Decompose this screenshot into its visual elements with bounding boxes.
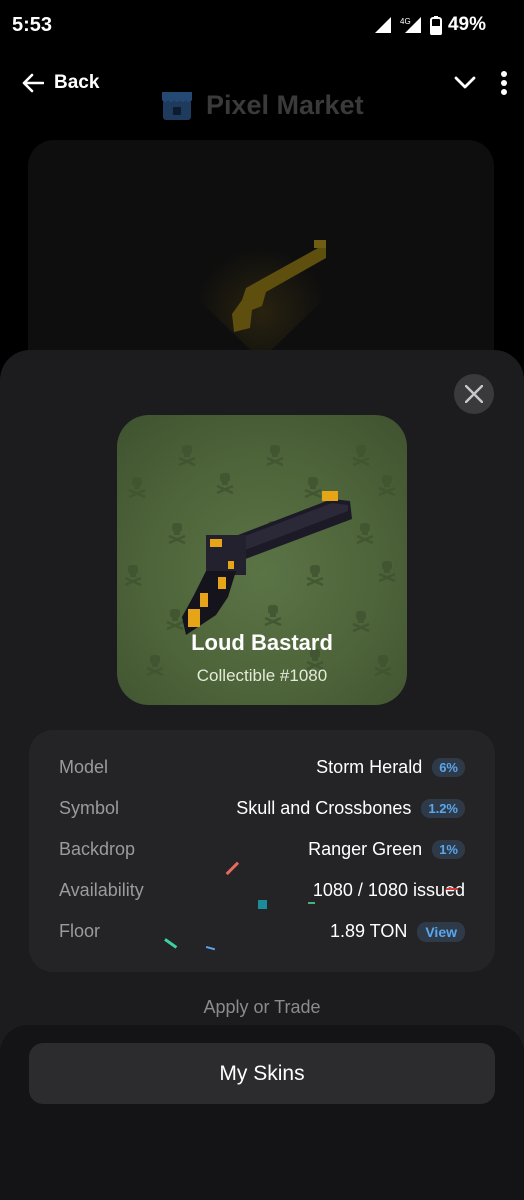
chevron-down-icon[interactable] xyxy=(454,76,476,90)
attribute-key: Model xyxy=(59,757,109,777)
revolver-icon xyxy=(182,491,352,635)
revolver-icon xyxy=(178,200,344,360)
app-title: Pixel Market xyxy=(160,88,364,122)
back-label: Back xyxy=(54,72,100,93)
attribute-row-model: Model Storm Herald 6% xyxy=(29,748,495,789)
attribute-key: Availability xyxy=(59,880,144,900)
my-skins-button[interactable]: My Skins xyxy=(29,1043,495,1104)
attribute-key: Floor xyxy=(59,921,101,941)
signal-icon xyxy=(374,17,391,33)
store-icon xyxy=(162,92,192,120)
confetti-decoration xyxy=(164,861,458,951)
attribute-value: Skull and Crossbones xyxy=(236,798,412,818)
signal-4g-icon: 4G xyxy=(400,17,421,33)
apply-trade-label: Apply or Trade xyxy=(203,997,321,1017)
attribute-key: Backdrop xyxy=(59,839,136,859)
svg-text:4G: 4G xyxy=(400,17,411,26)
top-right-actions xyxy=(454,60,508,106)
rarity-badge: 6% xyxy=(432,758,465,777)
status-time: 5:53 xyxy=(12,14,53,36)
app-name: Pixel Market xyxy=(206,89,364,120)
item-preview: Loud Bastard Collectible #1080 xyxy=(117,415,407,705)
item-number: Collectible #1080 xyxy=(196,666,328,685)
back-arrow-icon xyxy=(22,73,44,93)
background-item-card xyxy=(28,140,494,380)
back-button[interactable]: Back xyxy=(12,60,109,106)
status-icons: 4G 49% xyxy=(374,14,486,36)
rarity-badge: 1.2% xyxy=(421,799,465,818)
battery-icon xyxy=(429,15,442,35)
close-icon xyxy=(465,385,483,403)
close-button[interactable] xyxy=(454,374,494,414)
more-vert-icon[interactable] xyxy=(500,71,508,95)
attribute-value-group: Storm Herald 6% xyxy=(316,757,465,778)
item-name: Loud Bastard xyxy=(191,630,333,655)
attribute-row-symbol: Symbol Skull and Crossbones 1.2% xyxy=(29,789,495,830)
attribute-key: Symbol xyxy=(59,798,120,818)
status-bar: 5:53 4G 49% xyxy=(0,0,524,54)
battery-percent: 49% xyxy=(447,14,486,35)
attribute-value-group: Skull and Crossbones 1.2% xyxy=(236,798,465,819)
attribute-value: Storm Herald xyxy=(316,757,423,777)
